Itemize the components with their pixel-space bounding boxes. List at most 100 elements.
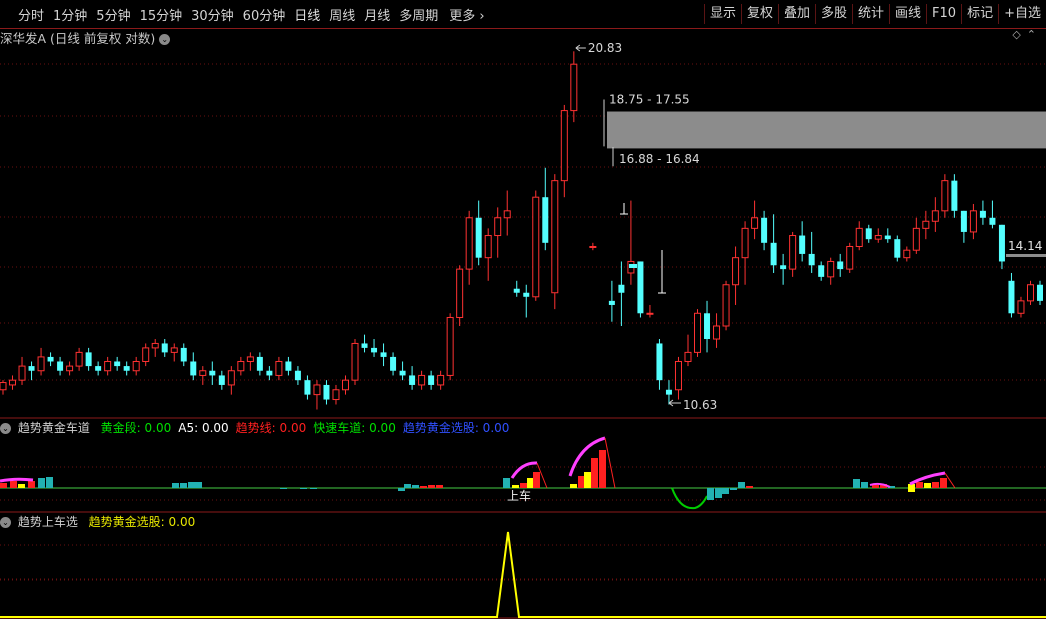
candle (865, 228, 872, 240)
price-zone (607, 111, 1046, 149)
indicator-bar (18, 484, 25, 488)
candle (941, 180, 949, 212)
toolbar-button-6[interactable]: F10 (926, 4, 961, 24)
candle (1026, 284, 1034, 302)
toolbar-button-1[interactable]: 复权 (740, 4, 778, 24)
candle (313, 384, 321, 396)
candle (874, 235, 882, 240)
more-button[interactable]: 更多 › (449, 5, 484, 24)
candle (713, 325, 721, 340)
candle (627, 260, 635, 274)
candle (665, 389, 672, 395)
indicator2-header: ⌄ 趋势上车选 趋势黄金选股: 0.00 (0, 513, 202, 530)
toolbar-button-5[interactable]: 画线 (889, 4, 926, 24)
candle (722, 284, 730, 327)
period-toolbar: 分时 1分钟 5分钟 15分钟 30分钟 60分钟 日线 周线 月线 多周期 更多 › 显示 复权 叠加… (0, 0, 1046, 29)
candle (998, 224, 1005, 262)
indicator-bar (533, 472, 540, 488)
period-tab-5[interactable]: 60分钟 (243, 5, 286, 24)
candle (371, 347, 378, 353)
candle (1017, 300, 1025, 314)
toolbar-button-8[interactable]: +自选 (998, 4, 1046, 24)
toolbar-button-7[interactable]: 标记 (961, 4, 998, 24)
candle (608, 300, 615, 305)
candle (475, 217, 482, 258)
candle (589, 245, 597, 248)
indicator-bar (520, 483, 527, 488)
candle (190, 361, 197, 376)
candle (151, 342, 159, 349)
toolbar-button-2[interactable]: 叠加 (777, 4, 815, 24)
candle (465, 217, 473, 270)
chevron-down-icon[interactable]: ⌄ (159, 34, 171, 45)
period-tab-2[interactable]: 5分钟 (96, 5, 130, 24)
stock-name: 深华发A (0, 31, 47, 46)
candle (18, 365, 26, 381)
period-tab-8[interactable]: 月线 (364, 5, 390, 24)
candle (808, 253, 815, 266)
candle (57, 361, 64, 371)
candle (275, 360, 283, 376)
period-tab-9[interactable]: 多周期 (399, 5, 438, 24)
candle (732, 257, 740, 286)
candle (390, 356, 397, 371)
indicator2-title: 趋势上车选 (17, 515, 78, 529)
candle (123, 366, 130, 371)
chevron-down-icon[interactable]: ⌄ (0, 517, 11, 528)
candle (979, 210, 986, 218)
pane-icons: ◇⌃ (1012, 28, 1042, 41)
indicator-bar (707, 488, 714, 500)
period-tab-1[interactable]: 1分钟 (53, 5, 87, 24)
candle (780, 265, 787, 270)
candle (818, 265, 825, 277)
indicator-curve (869, 482, 891, 488)
indicator-bar (300, 488, 307, 489)
period-tabs: 分时 1分钟 5分钟 15分钟 30分钟 60分钟 日线 周线 月线 多周期 更多 › (18, 0, 494, 28)
indicator2-signal (0, 531, 1046, 618)
indicator-bar (872, 485, 879, 488)
toolbar-button-3[interactable]: 多股 (815, 4, 852, 24)
period-tab-0[interactable]: 分时 (18, 5, 44, 24)
candle (894, 239, 901, 258)
indicator-bar (715, 488, 722, 498)
candle (513, 288, 520, 293)
candle (323, 384, 330, 400)
indicator-bar (420, 486, 427, 488)
candle (246, 356, 254, 362)
candle (523, 292, 530, 297)
period-tab-6[interactable]: 日线 (294, 5, 320, 24)
candle (532, 196, 540, 298)
indicator-bar (908, 488, 915, 492)
toolbar-button-4[interactable]: 统计 (852, 4, 889, 24)
indicator1-title: 趋势黄金车道 (17, 421, 90, 435)
period-tab-7[interactable]: 周线 (329, 5, 355, 24)
candle (494, 217, 502, 237)
candle (989, 217, 996, 225)
indicator-bar (578, 476, 585, 488)
indicator-bar (940, 478, 947, 488)
indicator1-label-2: 趋势线: 0.00 (235, 421, 307, 435)
candle (85, 352, 92, 367)
candle (237, 360, 245, 372)
candle (114, 361, 121, 367)
candle (751, 217, 759, 229)
expand-icon[interactable]: ⌃ (1027, 28, 1042, 41)
indicator-bar (512, 485, 519, 488)
candle (256, 356, 263, 371)
indicator-bar (28, 481, 35, 488)
candle (180, 347, 187, 362)
indicator-bar (570, 484, 577, 488)
indicator-curve (568, 436, 606, 477)
period-tab-3[interactable]: 15分钟 (140, 5, 183, 24)
indicator1-label-3: 快速车道: 0.00 (313, 421, 396, 435)
indicator-bar (398, 488, 405, 491)
low-arrow (668, 399, 681, 407)
candle (799, 235, 806, 254)
toolbar-button-0[interactable]: 显示 (703, 4, 741, 24)
chevron-down-icon[interactable]: ⌄ (0, 423, 11, 434)
indicator-bar (503, 478, 510, 488)
period-tab-4[interactable]: 30分钟 (191, 5, 234, 24)
candle (456, 268, 464, 318)
diamond-icon[interactable]: ◇ (1012, 28, 1026, 41)
candle (341, 379, 349, 391)
